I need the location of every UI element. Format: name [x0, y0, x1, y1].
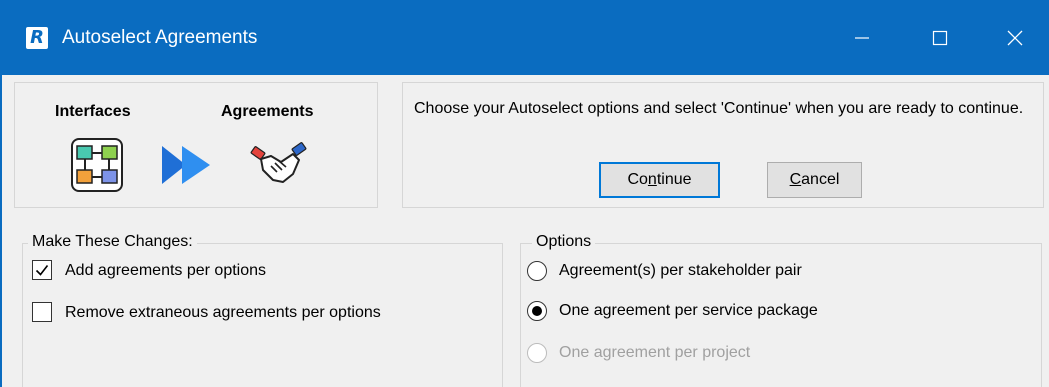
maximize-button[interactable] [905, 0, 975, 75]
stakeholder-pair-radio[interactable] [527, 261, 547, 281]
window-frame [0, 75, 2, 387]
service-package-radio[interactable] [527, 301, 547, 321]
cancel-label-mnemonic: C [789, 171, 802, 188]
continue-button[interactable]: Continue [599, 162, 720, 198]
double-arrow-icon [162, 146, 210, 184]
maximize-icon [932, 30, 948, 45]
per-project-radio [527, 343, 547, 363]
options-group-caption: Options [532, 232, 596, 252]
add-agreements-checkbox[interactable] [32, 260, 52, 280]
interfaces-diagram-icon [71, 138, 123, 192]
checkmark-icon [35, 265, 49, 276]
cancel-label-post: ancel [801, 171, 840, 188]
title-bar[interactable]: R Autoselect Agreements [0, 0, 1049, 75]
interfaces-label: Interfaces [55, 103, 131, 120]
service-package-label[interactable]: One agreement per service package [559, 301, 818, 321]
changes-group-caption: Make These Changes: [28, 232, 197, 252]
continue-label-mnemonic: n [647, 171, 657, 188]
minimize-button[interactable] [827, 0, 897, 75]
app-logo-icon: R [26, 27, 48, 49]
radio-selected-dot [532, 306, 542, 316]
continue-label-pre: Co [627, 171, 648, 188]
close-icon [1007, 30, 1023, 45]
autoselect-agreements-dialog: R Autoselect Agreements Interfaces Agree… [0, 0, 1049, 387]
stakeholder-pair-label[interactable]: Agreement(s) per stakeholder pair [559, 261, 802, 281]
window-title: Autoselect Agreements [62, 27, 258, 48]
remove-extraneous-checkbox[interactable] [32, 302, 52, 322]
add-agreements-label[interactable]: Add agreements per options [65, 261, 266, 281]
remove-extraneous-label[interactable]: Remove extraneous agreements per options [65, 303, 381, 323]
cancel-button[interactable]: Cancel [767, 162, 862, 198]
per-project-label: One agreement per project [559, 344, 751, 361]
continue-label-post: tinue [656, 171, 692, 188]
instruction-text: Choose your Autoselect options and selec… [414, 100, 1024, 117]
agreements-label: Agreements [221, 103, 314, 120]
minimize-icon [855, 36, 869, 39]
handshake-icon [250, 142, 307, 183]
close-button[interactable] [980, 0, 1049, 75]
